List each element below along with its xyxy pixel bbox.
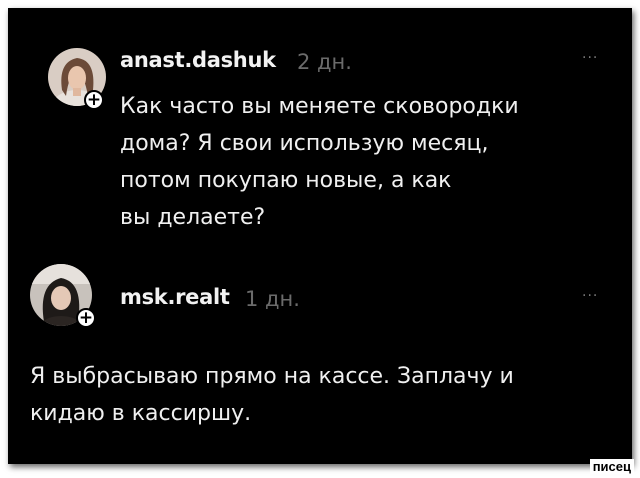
more-options-icon[interactable]: ···: [582, 288, 598, 304]
more-options-icon[interactable]: ···: [582, 50, 598, 66]
follow-button[interactable]: +: [84, 90, 104, 110]
post-text: Как часто вы меняете сковородки дома? Я …: [120, 94, 519, 230]
timestamp: 2 дн.: [297, 50, 352, 74]
username[interactable]: anast.dashuk: [120, 48, 276, 72]
follow-button[interactable]: +: [76, 308, 96, 328]
timestamp: 1 дн.: [245, 287, 300, 311]
post-text: Я выбрасываю прямо на кассе. Заплачу и к…: [30, 364, 514, 426]
watermark: писец: [589, 459, 634, 474]
thread-panel: + anast.dashuk 2 дн. ··· Как часто вы ме…: [8, 8, 632, 464]
username[interactable]: msk.realt: [120, 285, 230, 309]
